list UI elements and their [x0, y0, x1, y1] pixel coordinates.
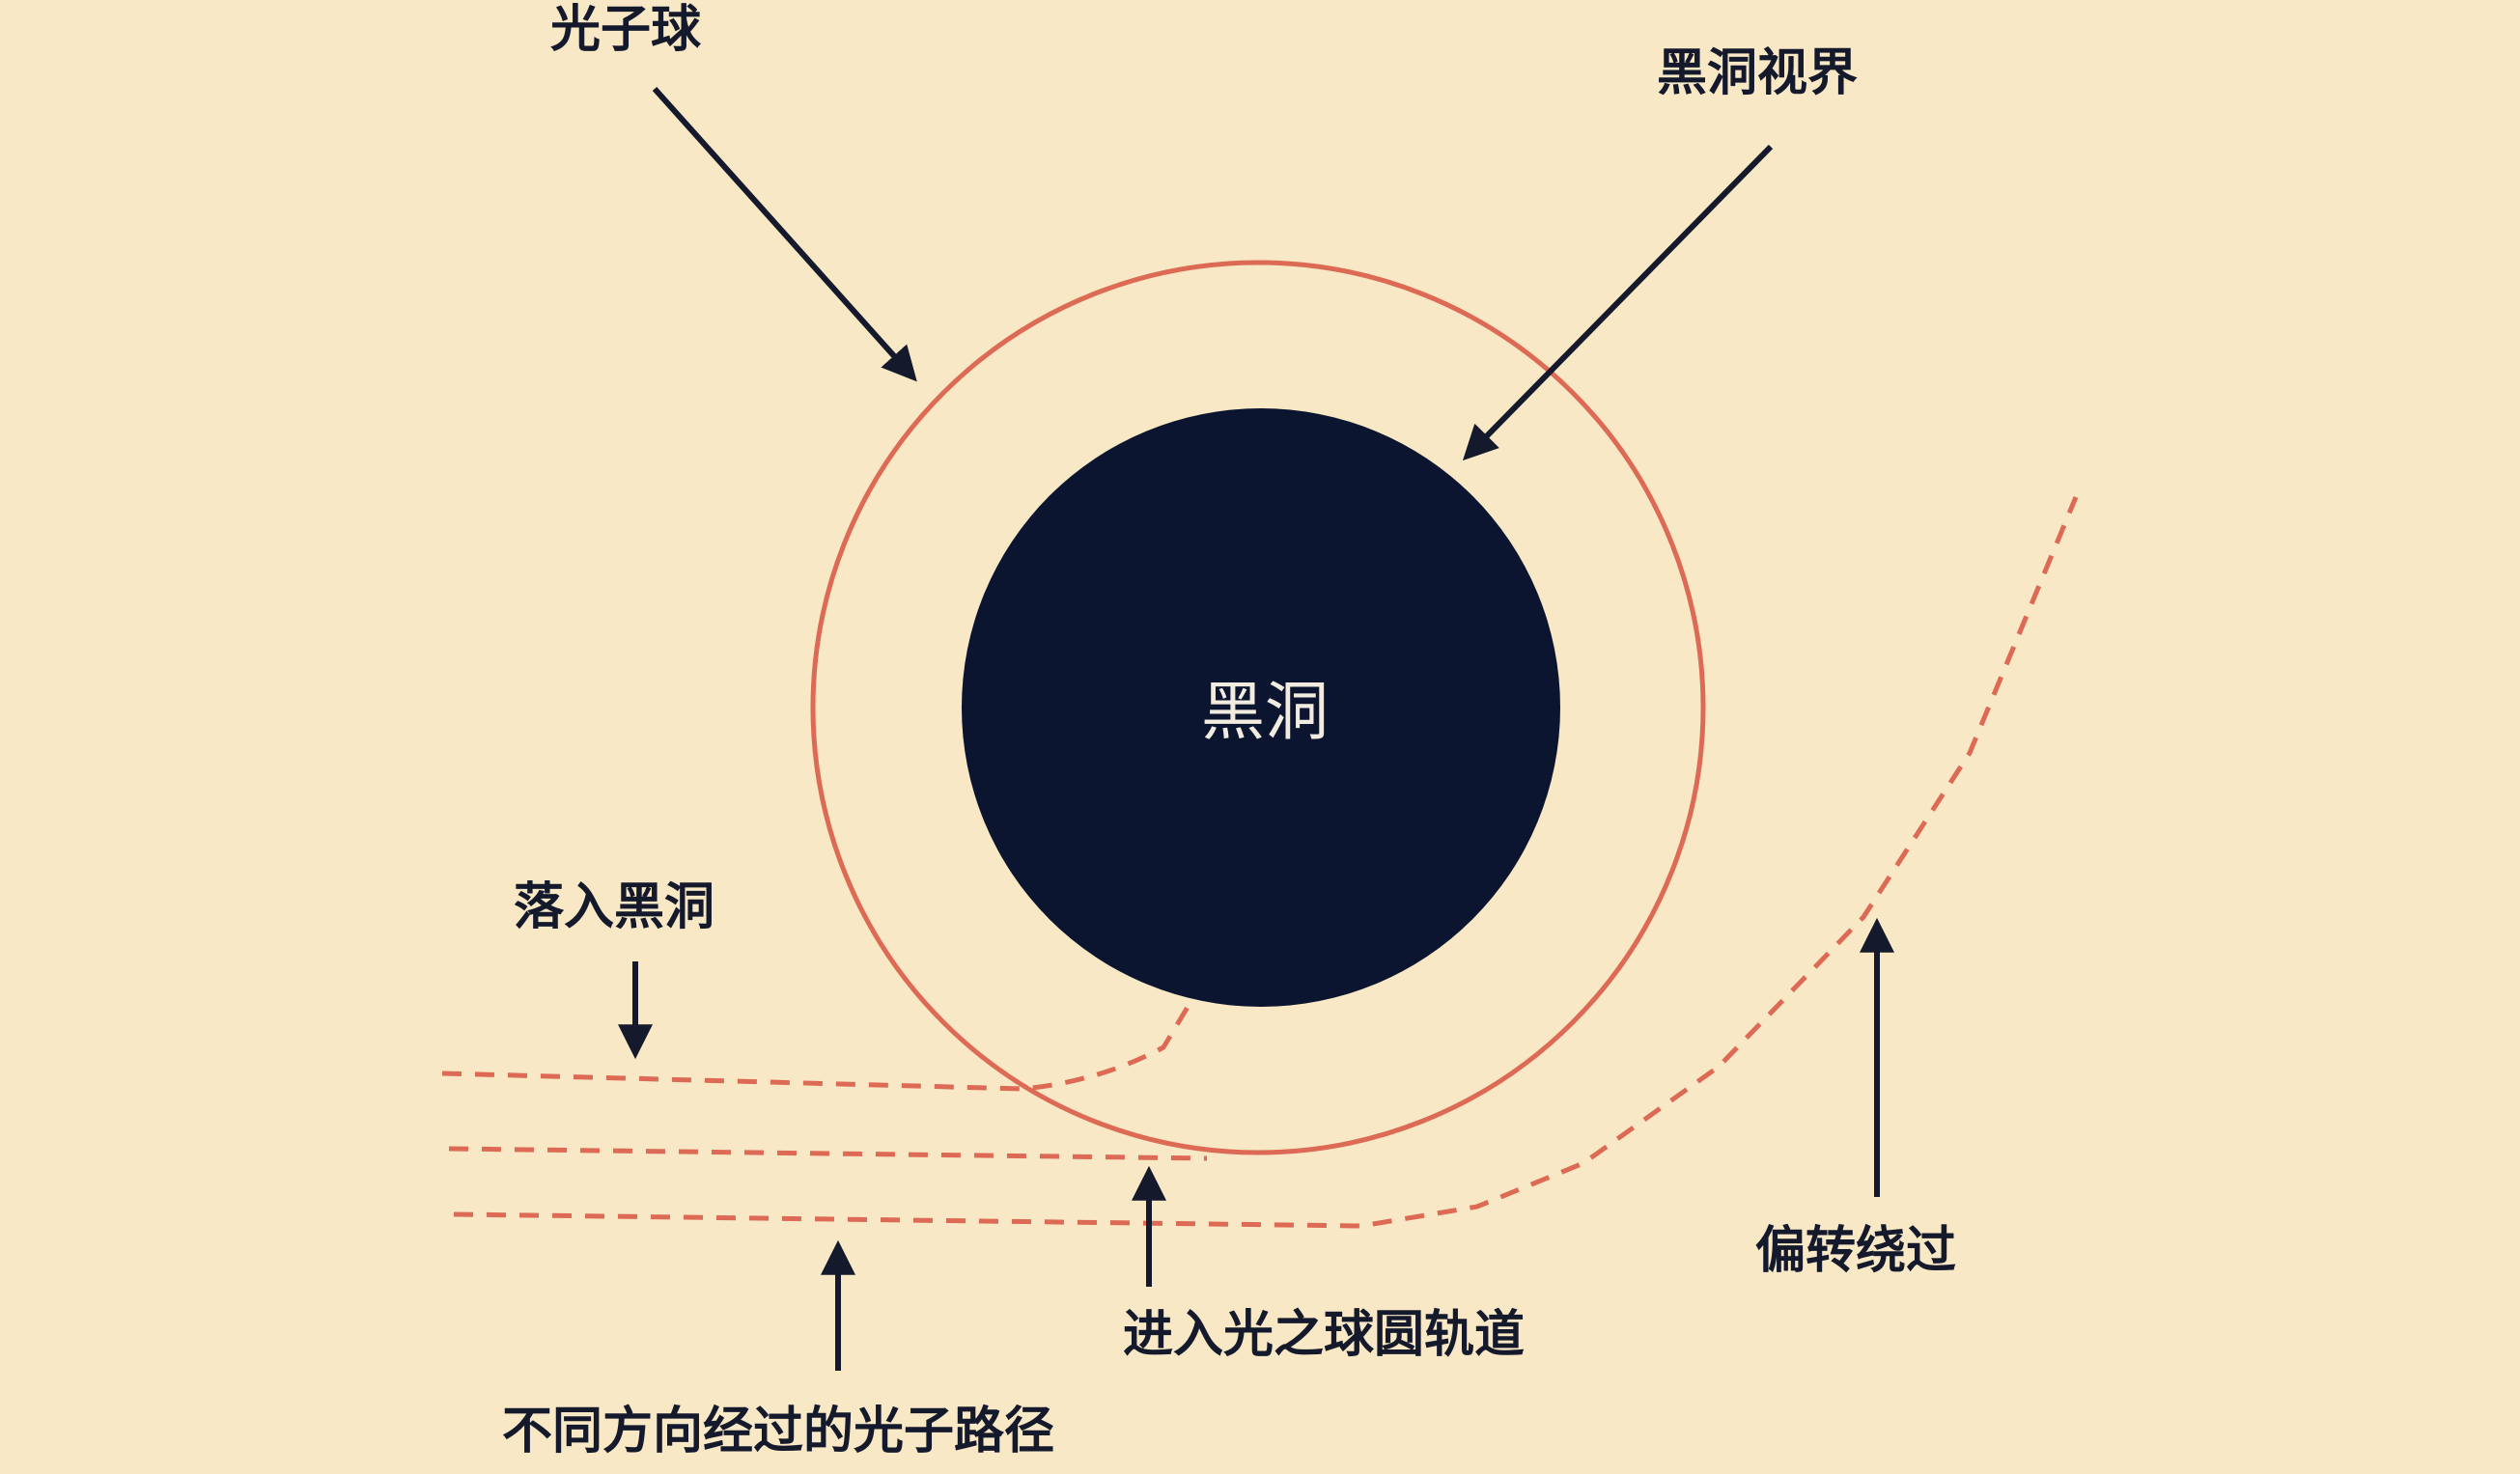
fall-in-label: 落入黑洞 — [514, 878, 714, 936]
photon-path-fall-in — [441, 1002, 1192, 1092]
photon-sphere-label: 光子球 — [550, 1, 702, 59]
event-horizon-label: 黑洞视界 — [1657, 44, 1858, 102]
photon-path-orbit — [448, 1146, 1208, 1161]
orbit-label: 进入光之球圆轨道 — [1123, 1306, 1525, 1364]
event-horizon-arrow — [1462, 144, 1774, 461]
deflect-label: 偏转绕过 — [1755, 1222, 1956, 1280]
paths-label: 不同方向经过的光子路径 — [502, 1403, 1054, 1460]
diagram-canvas: 黑洞 光子球 黑洞视界 落入黑洞 偏转绕过 进入光之球圆轨道 不同方向经过的光子… — [0, 0, 2520, 1469]
black-hole-diagram: 黑洞 光子球 黑洞视界 落入黑洞 偏转绕过 进入光之球圆轨道 不同方向经过的光子… — [441, 1, 2079, 1460]
photon-sphere-arrow — [652, 86, 917, 382]
black-hole-label: 黑洞 — [1201, 675, 1329, 749]
